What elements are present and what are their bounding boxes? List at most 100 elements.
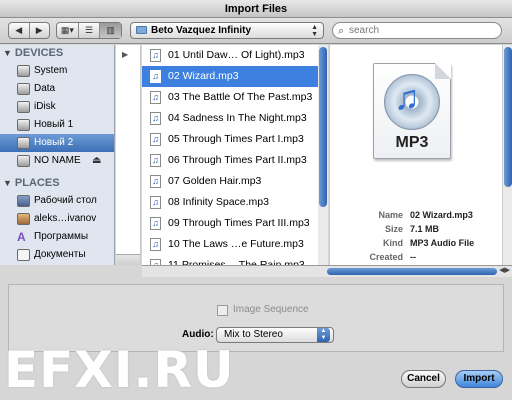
info-value: MP3 Audio File [410,238,475,248]
file-row[interactable]: ♫ 08 Infinity Space.mp3 [142,192,328,213]
drive-icon [17,83,30,95]
import-button[interactable]: Import [455,370,503,388]
forward-button[interactable]: ▶ [28,23,50,38]
file-list-scrollbar[interactable] [318,45,328,265]
preview-scrollbar[interactable] [502,45,512,265]
list-view-button[interactable]: ☰ [77,23,100,38]
drive-icon [17,65,30,77]
sidebar-item-novyi-1[interactable]: Новый 1 [0,116,114,134]
toolbar: ◀ ▶ ▦▾ ☰ ▥ Beto Vazquez Infinity ▲ ▼ ⌕ se… [0,18,512,44]
file-name: 04 Sadness In The Night.mp3 [168,112,307,124]
nav-buttons: ◀ ▶ [8,22,50,39]
sidebar-item-system[interactable]: System [0,62,114,80]
file-column: ♫ 01 Until Daw… Of Light).mp3 ♫ 02 Wizard.m… [142,45,328,265]
audio-popup-value: Mix to Stereo [224,329,283,340]
file-row[interactable]: ♫ 05 Through Times Part I.mp3 [142,129,328,150]
sidebar-item-no-name[interactable]: NO NAME ⏏ [0,152,114,170]
location-label: Beto Vazquez Infinity [151,25,252,36]
sidebar-item-idisk[interactable]: iDisk [0,98,114,116]
info-value: 7.1 MB [410,224,440,234]
file-info: Name 02 Wizard.mp3 Size 7.1 MB Kind MP3 Audio… [330,208,503,264]
scroll-arrows-icon[interactable]: ◀▶ [499,266,510,274]
drive-icon [17,101,30,113]
info-key: Kind [383,238,403,248]
triangle-left-icon: ◀ [15,25,23,35]
file-name: 03 The Battle Of The Past.mp3 [168,91,313,103]
horizontal-scrollbar[interactable]: ◀▶ [142,265,512,277]
music-note-icon: ♫ [394,79,420,117]
eject-icon[interactable]: ⏏ [92,152,101,170]
disclosure-triangle-icon: ▼ [3,48,12,58]
scrollbar-thumb[interactable] [319,47,327,207]
search-field[interactable]: ⌕ search [332,22,502,39]
info-row: Size 7.1 MB [330,222,503,236]
file-row[interactable]: ♫ 10 The Laws …e Future.mp3 [142,234,328,255]
info-row: Name 02 Wizard.mp3 [330,208,503,222]
devices-header[interactable]: ▼ DEVICES [0,45,114,62]
audio-label: Audio: [182,329,214,340]
search-icon: ⌕ [338,25,345,37]
home-icon [17,213,30,225]
places-header[interactable]: ▼ PLACES [0,175,114,192]
disclosure-arrow-icon: ▶ [122,50,129,59]
file-row[interactable]: ♫ 06 Through Times Part II.mp3 [142,150,328,171]
file-row[interactable]: ♫ 01 Until Daw… Of Light).mp3 [142,45,328,66]
icon-view-icon: ▦▾ [60,25,74,35]
audio-file-icon: ♫ [150,196,161,209]
cancel-button[interactable]: Cancel [401,370,446,388]
sidebar: ▼ DEVICES System Data iDisk Новый 1 Новый… [0,45,115,265]
popup-arrows-icon: ▲ ▼ [317,328,330,342]
info-row: Created -- [330,250,503,264]
mp3-document-icon: ♫ MP3 [373,63,451,159]
sidebar-item-novyi-2[interactable]: Новый 2 [0,134,114,152]
audio-file-icon: ♫ [150,91,161,104]
triangle-right-icon: ▶ [35,25,43,35]
sidebar-item-applications[interactable]: A Программы [0,228,114,246]
drive-icon [17,137,30,149]
sidebar-item-documents[interactable]: Документы [0,246,114,264]
file-row[interactable]: ♫ 09 Through Times Part III.mp3 [142,213,328,234]
location-popup[interactable]: Beto Vazquez Infinity ▲ ▼ [130,22,324,39]
file-name: 02 Wizard.mp3 [168,70,239,82]
list-view-icon: ☰ [84,25,94,35]
audio-file-icon: ♫ [150,70,161,83]
documents-icon [17,249,30,261]
drive-icon [17,155,30,167]
horizontal-scrollbar-thumb[interactable] [327,268,497,275]
info-value: 02 Wizard.mp3 [410,210,473,220]
file-name: 08 Infinity Space.mp3 [168,196,269,208]
file-name: 09 Through Times Part III.mp3 [168,217,310,229]
file-name: 06 Through Times Part II.mp3 [168,154,307,166]
scrollbar-thumb[interactable] [504,47,512,187]
file-row[interactable]: ♫ 07 Golden Hair.mp3 [142,171,328,192]
sidebar-item-home[interactable]: aleks…ivanov [0,210,114,228]
info-value: -- [410,252,416,262]
search-placeholder: search [349,25,380,36]
image-sequence-label: Image Sequence [233,304,309,315]
view-mode-buttons: ▦▾ ☰ ▥ [56,22,122,39]
column-view-icon: ▥ [106,25,115,35]
preview-pane: ♫ MP3 Name 02 Wizard.mp3 Size 7.1 MB Kind MP3… [329,45,512,265]
image-sequence-checkbox[interactable] [217,305,228,316]
sidebar-item-data[interactable]: Data [0,80,114,98]
back-button[interactable]: ◀ [9,23,29,38]
audio-file-icon: ♫ [150,112,161,125]
column-view-button[interactable]: ▥ [99,23,122,38]
file-row[interactable]: ♫ 04 Sadness In The Night.mp3 [142,108,328,129]
file-row[interactable]: ♫ 11 Promises… The Rain.mp3 [142,255,328,265]
info-key: Size [384,224,403,234]
audio-file-icon: ♫ [150,175,161,188]
desktop-icon [17,195,30,207]
file-row[interactable]: ♫ 02 Wizard.mp3 [142,66,328,87]
watermark: EFXI.RU [4,341,235,399]
column-scrollbar[interactable] [116,254,140,265]
folder-icon [136,26,147,34]
sidebar-item-desktop[interactable]: Рабочий стол [0,192,114,210]
icon-view-button[interactable]: ▦▾ [57,23,78,38]
file-row[interactable]: ♫ 03 The Battle Of The Past.mp3 [142,87,328,108]
info-key: Created [369,252,403,262]
parent-column[interactable]: ▶ [116,45,141,265]
preview-icon-label: MP3 [395,134,429,151]
drive-icon [17,119,30,131]
audio-file-icon: ♫ [150,154,161,167]
